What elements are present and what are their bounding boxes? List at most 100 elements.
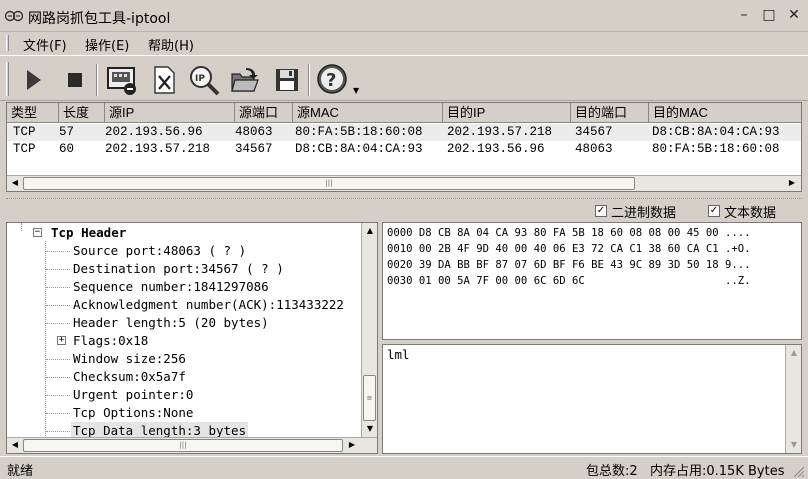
scroll-right-icon[interactable]: ▶ (785, 176, 799, 190)
column-header-length[interactable]: 长度 (59, 103, 105, 123)
scroll-thumb[interactable]: ||| (23, 439, 343, 452)
title-bar[interactable]: 网路岗抓包工具-iptool – □ ✕ (0, 0, 808, 32)
menu-bar: 文件(F) 操作(E) 帮助(H) (0, 32, 808, 54)
scroll-up-icon[interactable]: ▲ (363, 224, 377, 238)
column-header-dst-ip[interactable]: 目的IP (443, 103, 571, 123)
save-disk-icon (276, 69, 298, 91)
cell-dst-mac: D8:CB:8A:04:CA:93 (652, 125, 780, 139)
clear-icon (154, 66, 175, 94)
tree-item-label: Source port:48063 ( ? ) (73, 243, 247, 258)
column-header-type[interactable]: 类型 (7, 103, 59, 123)
packet-list[interactable]: 类型 长度 源IP 源端口 源MAC 目的IP 目的端口 目的MAC TCP 5… (6, 102, 802, 192)
cell-src-mac: D8:CB:8A:04:CA:93 (295, 142, 423, 156)
menubar-grip (6, 35, 9, 51)
cell-dst-mac: 80:FA:5B:18:60:08 (652, 142, 780, 156)
cell-dst-ip: 202.193.57.218 (447, 125, 553, 139)
status-packet-count: 包总数:2 (586, 464, 638, 479)
scroll-down-icon[interactable]: ▼ (363, 422, 377, 436)
toolbar-grip (6, 62, 9, 96)
tree-connector (46, 305, 70, 306)
cell-length: 60 (59, 142, 75, 156)
hex-line: 0000 D8 CB 8A 04 CA 93 80 FA 5B 18 60 08… (387, 227, 751, 239)
adapter-button[interactable] (103, 62, 141, 98)
cell-type: TCP (13, 125, 36, 139)
packet-list-hscrollbar[interactable]: ◀ ||| ▶ (7, 175, 801, 191)
pane-splitter[interactable] (6, 198, 802, 202)
tree-connector (46, 251, 70, 252)
minimize-button[interactable]: – (735, 6, 753, 24)
column-header-dst-mac[interactable]: 目的MAC (649, 103, 801, 123)
column-header-src-port[interactable]: 源端口 (235, 103, 293, 123)
open-folder-icon (231, 68, 259, 92)
tree-connector (46, 359, 70, 360)
binary-data-checkbox[interactable]: ✓ 二进制数据 (595, 203, 677, 221)
stop-capture-button[interactable] (56, 62, 94, 98)
scroll-up-icon[interactable]: ▲ (787, 346, 801, 360)
text-data-checkbox[interactable]: ✓ 文本数据 (708, 203, 776, 221)
table-row[interactable]: TCP 60 202.193.57.218 34567 D8:CB:8A:04:… (7, 141, 801, 158)
column-header-src-mac[interactable]: 源MAC (293, 103, 443, 123)
play-icon (27, 70, 41, 90)
network-sniffer-icon (4, 10, 24, 22)
adapter-settings-icon (107, 67, 136, 95)
tree-connector (46, 413, 70, 414)
cell-src-ip: 202.193.57.218 (105, 142, 211, 156)
checkbox-check-icon[interactable]: ✓ (708, 205, 720, 217)
scroll-left-icon[interactable]: ◀ (8, 176, 22, 190)
cell-length: 57 (59, 125, 75, 139)
help-icon: ? (317, 64, 347, 94)
scroll-thumb[interactable]: ||| (23, 177, 635, 190)
scroll-down-icon[interactable]: ▼ (787, 438, 801, 452)
table-row[interactable]: TCP 57 202.193.56.96 48063 80:FA:5B:18:6… (7, 124, 801, 141)
hex-line: 0030 01 00 5A 7F 00 00 6C 6D 6C ..Z. (387, 275, 751, 287)
tree-vscrollbar[interactable]: ▲ ≡ ▼ (361, 223, 377, 437)
tree-connector (46, 377, 70, 378)
open-button[interactable] (226, 62, 264, 98)
start-capture-button[interactable] (14, 62, 52, 98)
scroll-thumb[interactable]: ≡ (363, 375, 376, 421)
checkbox-check-icon[interactable]: ✓ (595, 205, 607, 217)
menu-help[interactable]: 帮助(H) (148, 35, 194, 54)
close-button[interactable]: ✕ (785, 6, 803, 24)
toolbar-separator (308, 64, 310, 96)
column-header-src-ip[interactable]: 源IP (105, 103, 235, 123)
tree-item-label: Sequence number:1841297086 (73, 279, 269, 294)
clear-button[interactable] (145, 62, 183, 98)
cell-dst-port: 48063 (575, 142, 613, 156)
tree-item-label: Urgent pointer:0 (73, 387, 194, 402)
ip-search-icon: IP (190, 66, 220, 96)
tree-connector (21, 223, 22, 231)
status-ready: 就绪 (7, 464, 34, 479)
column-header-dst-port[interactable]: 目的端口 (571, 103, 649, 123)
svg-text:?: ? (326, 70, 336, 91)
scroll-right-icon[interactable]: ▶ (345, 438, 359, 452)
tree-item-label: Header length:5 (20 bytes) (73, 315, 269, 330)
tree-connector (46, 431, 70, 432)
menu-file[interactable]: 文件(F) (23, 35, 67, 54)
save-button[interactable] (268, 62, 306, 98)
scroll-left-icon[interactable]: ◀ (8, 438, 22, 452)
collapse-icon[interactable]: − (33, 228, 42, 237)
resize-grip-icon[interactable] (792, 465, 804, 477)
binary-data-label: 二进制数据 (611, 205, 677, 221)
cell-dst-port: 34567 (575, 125, 613, 139)
text-vscrollbar[interactable]: ▲ ▼ (785, 345, 801, 453)
tree-connector (45, 241, 46, 436)
toolbar-overflow-icon[interactable]: ▼ (353, 86, 359, 95)
expand-icon[interactable]: + (57, 336, 66, 345)
hex-line: 0020 39 DA BB BF 87 07 6D BF F6 BE 43 9C… (387, 259, 751, 271)
ip-filter-button[interactable]: IP (185, 62, 223, 98)
help-button[interactable]: ? (314, 62, 352, 98)
packet-list-header: 类型 长度 源IP 源端口 源MAC 目的IP 目的端口 目的MAC (7, 103, 801, 123)
cell-src-ip: 202.193.56.96 (105, 125, 203, 139)
menu-operate[interactable]: 操作(E) (85, 35, 129, 54)
tree-item-label: Window size:256 (73, 351, 186, 366)
cell-src-port: 34567 (235, 142, 273, 156)
maximize-button[interactable]: □ (760, 6, 778, 24)
tree-hscrollbar[interactable]: ◀ ||| ▶ (7, 437, 377, 453)
toolbar-separator (96, 64, 98, 96)
protocol-tree[interactable]: − Tcp Header Source port:48063 ( ? ) Des… (6, 222, 378, 454)
hex-dump-view[interactable]: 0000 D8 CB 8A 04 CA 93 80 FA 5B 18 60 08… (382, 222, 802, 340)
cell-src-port: 48063 (235, 125, 273, 139)
text-data-view[interactable]: lml ▲ ▼ (382, 344, 802, 454)
